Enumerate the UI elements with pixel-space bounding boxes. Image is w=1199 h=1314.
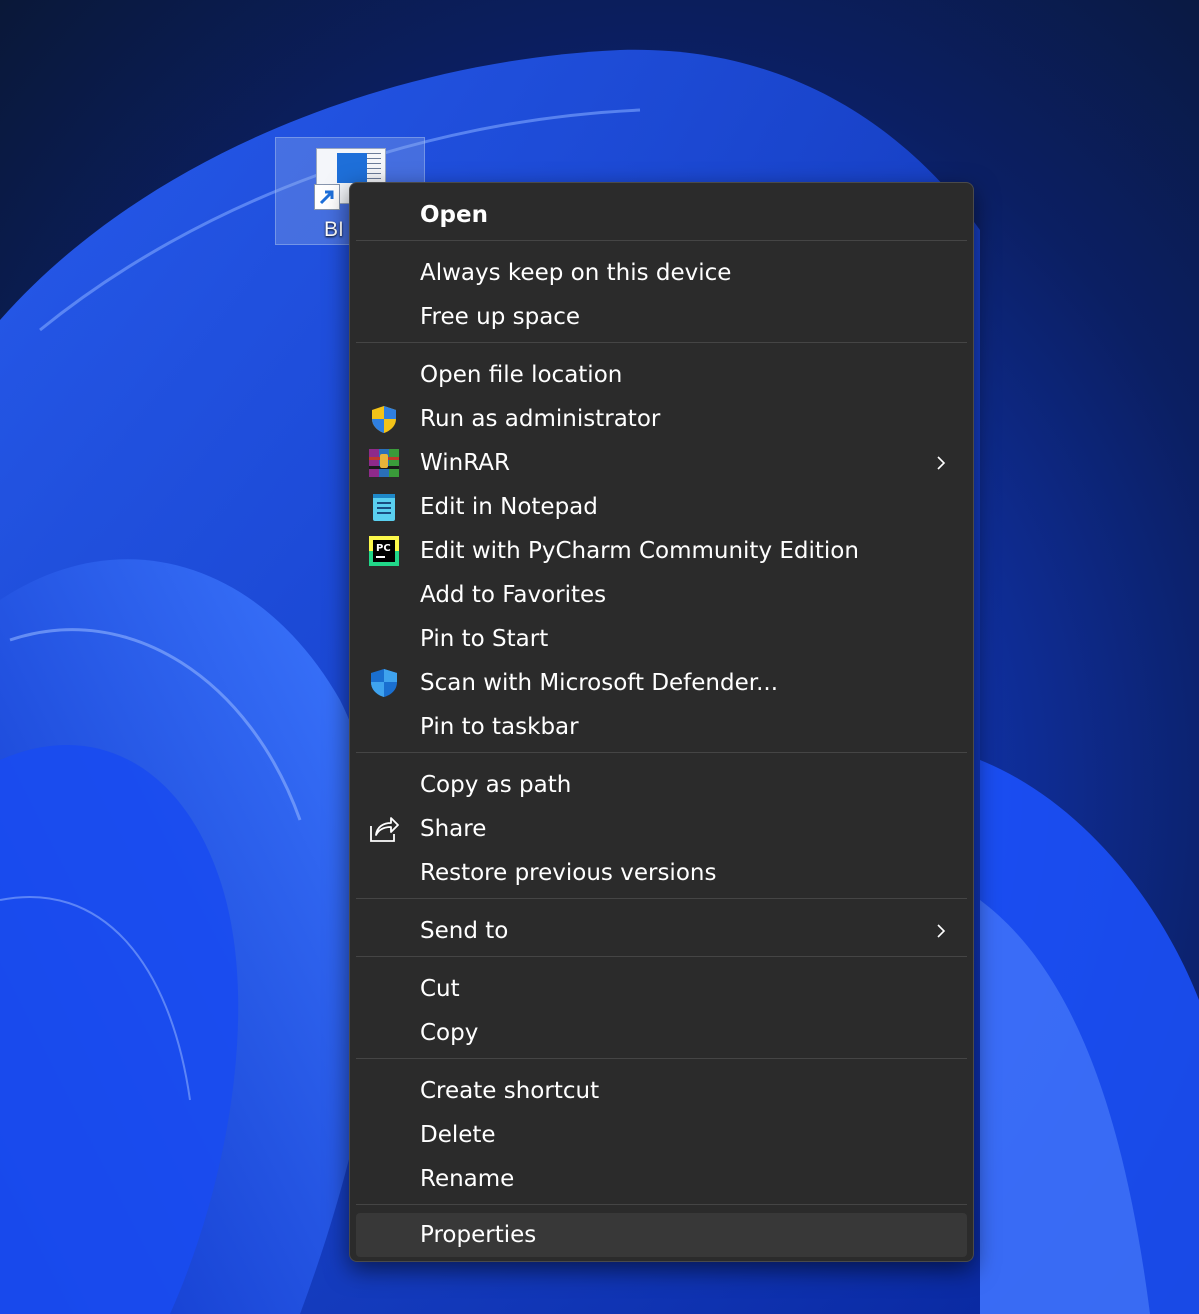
menu-item-add-favorites[interactable]: Add to Favorites bbox=[356, 575, 967, 615]
winrar-icon bbox=[368, 447, 400, 479]
menu-item-copy[interactable]: Copy bbox=[356, 1013, 967, 1053]
menu-item-pin-to-start[interactable]: Pin to Start bbox=[356, 619, 967, 659]
menu-item-label: Scan with Microsoft Defender... bbox=[420, 670, 779, 696]
menu-item-label: Cut bbox=[420, 976, 460, 1002]
menu-item-label: Delete bbox=[420, 1122, 496, 1148]
menu-item-label: WinRAR bbox=[420, 450, 510, 476]
svg-text:PC: PC bbox=[376, 543, 391, 554]
pycharm-icon: PC bbox=[368, 535, 400, 567]
menu-item-label: Always keep on this device bbox=[420, 260, 732, 286]
menu-item-label: Open file location bbox=[420, 362, 623, 388]
menu-item-send-to[interactable]: Send to bbox=[356, 911, 967, 951]
menu-separator bbox=[356, 1204, 967, 1205]
uac-shield-icon bbox=[368, 403, 400, 435]
menu-item-label: Pin to Start bbox=[420, 626, 549, 652]
menu-item-label: Rename bbox=[420, 1166, 515, 1192]
menu-item-restore-versions[interactable]: Restore previous versions bbox=[356, 853, 967, 893]
menu-item-copy-as-path[interactable]: Copy as path bbox=[356, 765, 967, 805]
menu-separator bbox=[356, 240, 967, 241]
menu-item-label: Copy bbox=[420, 1020, 479, 1046]
menu-item-open[interactable]: Open bbox=[356, 195, 967, 235]
menu-item-rename[interactable]: Rename bbox=[356, 1159, 967, 1199]
menu-item-label: Edit with PyCharm Community Edition bbox=[420, 538, 859, 564]
chevron-right-icon bbox=[933, 455, 949, 471]
menu-separator bbox=[356, 1058, 967, 1059]
menu-item-scan-defender[interactable]: Scan with Microsoft Defender... bbox=[356, 663, 967, 703]
menu-item-edit-pycharm[interactable]: PC Edit with PyCharm Community Edition bbox=[356, 531, 967, 571]
menu-item-label: Edit in Notepad bbox=[420, 494, 598, 520]
menu-item-pin-to-taskbar[interactable]: Pin to taskbar bbox=[356, 707, 967, 747]
menu-item-label: Add to Favorites bbox=[420, 582, 607, 608]
menu-item-label: Free up space bbox=[420, 304, 581, 330]
share-icon bbox=[368, 813, 400, 845]
menu-separator bbox=[356, 956, 967, 957]
menu-item-open-file-location[interactable]: Open file location bbox=[356, 355, 967, 395]
menu-item-label: Copy as path bbox=[420, 772, 572, 798]
menu-item-label: Open bbox=[420, 202, 488, 228]
menu-item-label: Share bbox=[420, 816, 487, 842]
menu-item-winrar[interactable]: WinRAR bbox=[356, 443, 967, 483]
menu-item-label: Restore previous versions bbox=[420, 860, 717, 886]
menu-item-free-up-space[interactable]: Free up space bbox=[356, 297, 967, 337]
notepad-icon bbox=[368, 491, 400, 523]
menu-item-create-shortcut[interactable]: Create shortcut bbox=[356, 1071, 967, 1111]
shortcut-arrow-icon bbox=[314, 184, 340, 210]
menu-item-label: Properties bbox=[420, 1222, 537, 1248]
menu-item-cut[interactable]: Cut bbox=[356, 969, 967, 1009]
desktop-icon-label: BI bbox=[324, 218, 344, 241]
menu-item-share[interactable]: Share bbox=[356, 809, 967, 849]
menu-item-label: Run as administrator bbox=[420, 406, 661, 432]
menu-separator bbox=[356, 342, 967, 343]
defender-shield-icon bbox=[368, 667, 400, 699]
menu-item-run-as-admin[interactable]: Run as administrator bbox=[356, 399, 967, 439]
menu-item-properties[interactable]: Properties bbox=[356, 1213, 967, 1257]
menu-item-always-keep[interactable]: Always keep on this device bbox=[356, 253, 967, 293]
menu-item-edit-notepad[interactable]: Edit in Notepad bbox=[356, 487, 967, 527]
menu-item-label: Send to bbox=[420, 918, 509, 944]
chevron-right-icon bbox=[933, 923, 949, 939]
menu-item-label: Pin to taskbar bbox=[420, 714, 579, 740]
context-menu: Open Always keep on this device Free up … bbox=[349, 182, 974, 1262]
menu-item-label: Create shortcut bbox=[420, 1078, 600, 1104]
menu-separator bbox=[356, 898, 967, 899]
menu-item-delete[interactable]: Delete bbox=[356, 1115, 967, 1155]
menu-separator bbox=[356, 752, 967, 753]
